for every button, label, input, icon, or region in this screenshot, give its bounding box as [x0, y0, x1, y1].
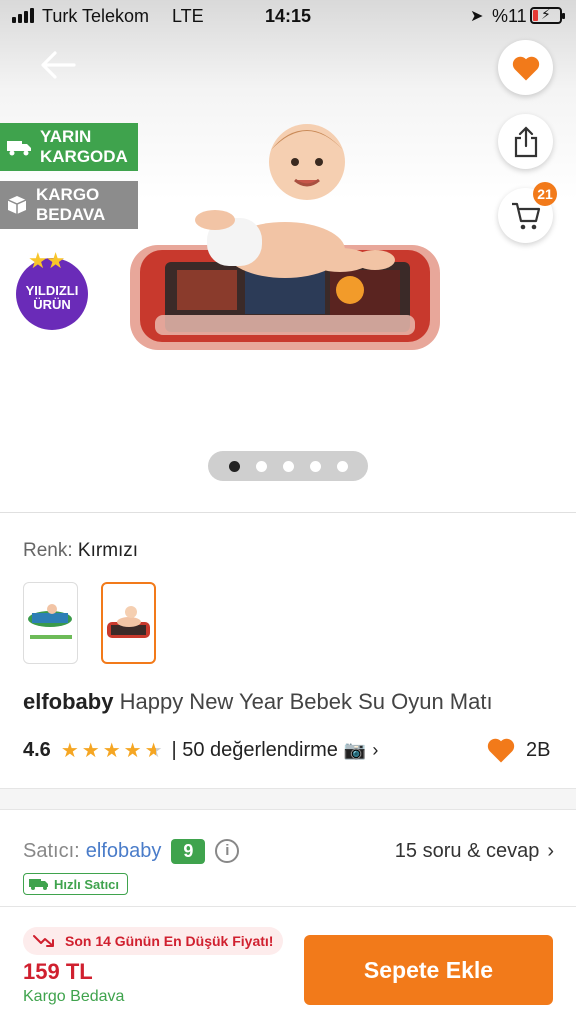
fast-seller-badge: Hızlı Satıcı	[23, 873, 129, 895]
product-brand[interactable]: elfobaby	[23, 689, 113, 714]
cart-icon	[511, 202, 540, 229]
bottom-purchase-bar: Son 14 Günün En Düşük Fiyatı! 159 TL Kar…	[0, 906, 576, 1024]
pagination-dot[interactable]	[309, 460, 321, 472]
color-option-red[interactable]	[101, 582, 156, 664]
color-value: Kırmızı	[77, 540, 139, 561]
fast-seller-text: Hızlı Satıcı	[54, 876, 120, 892]
star-product-badge: ★★ YILDIZLI ÜRÜN	[16, 250, 88, 330]
back-button[interactable]	[38, 48, 80, 82]
cart-count-badge: 21	[533, 182, 557, 206]
free-shipping-badge: KARGO BEDAVA	[0, 181, 138, 229]
divider	[0, 512, 576, 513]
star-icon: ★	[123, 739, 142, 762]
pagination-dot[interactable]	[228, 460, 240, 472]
color-option-green[interactable]	[23, 582, 78, 664]
rating-score: 4.6	[23, 738, 51, 761]
section-divider	[0, 788, 576, 810]
product-image-gallery[interactable]	[0, 0, 576, 510]
image-pagination[interactable]	[208, 451, 368, 481]
chevron-right-icon: ›	[547, 839, 554, 862]
variant-thumbnail	[107, 606, 150, 638]
color-label: Renk:	[23, 540, 73, 561]
fast-delivery-badge: YARIN KARGODA	[0, 123, 138, 171]
variant-thumbnail	[28, 604, 72, 639]
clock: 14:15	[264, 6, 312, 26]
share-icon	[514, 125, 537, 157]
product-image[interactable]	[125, 110, 445, 365]
truck-icon	[29, 879, 48, 890]
star-product-text: YILDIZLI ÜRÜN	[25, 283, 79, 312]
camera-icon: 📷	[343, 739, 367, 760]
questions-link[interactable]: 15 soru & cevap ›	[395, 836, 554, 866]
chevron-right-icon: ›	[372, 739, 379, 760]
free-shipping-text: KARGO BEDAVA	[36, 185, 106, 224]
pagination-dot[interactable]	[255, 460, 267, 472]
box-icon	[7, 196, 27, 214]
seller-label: Satıcı:	[23, 839, 80, 862]
product-name: Happy New Year Bebek Su Oyun Matı	[119, 689, 493, 714]
seller-info: Satıcı: elfobaby 9 i	[23, 836, 240, 866]
info-icon[interactable]: i	[215, 839, 240, 863]
heart-icon	[487, 738, 515, 763]
share-button[interactable]	[498, 114, 553, 169]
battery-icon: ⚡	[530, 6, 565, 24]
heart-icon	[512, 56, 539, 80]
star-icon: ★	[102, 739, 121, 762]
shipping-info: Kargo Bedava	[23, 988, 125, 1005]
cart-button[interactable]: 21	[498, 182, 557, 243]
star-icon: ★	[60, 739, 79, 762]
fast-delivery-text: YARIN KARGODA	[40, 127, 128, 166]
review-count: | 50 değerlendirme	[171, 738, 338, 761]
like-count[interactable]: 2B	[486, 735, 550, 765]
trend-down-icon	[33, 935, 54, 947]
lowest-price-badge: Son 14 Günün En Düşük Fiyatı!	[23, 927, 284, 955]
likes-value: 2B	[526, 738, 551, 761]
pagination-dot[interactable]	[336, 460, 348, 472]
favorite-button[interactable]	[498, 40, 553, 95]
color-selector-label: Renk: Kırmızı	[23, 540, 138, 562]
lowest-price-text: Son 14 Günün En Düşük Fiyatı!	[65, 933, 274, 949]
star-icon: ★★	[28, 248, 65, 273]
add-to-cart-button[interactable]: Sepete Ekle	[304, 935, 553, 1005]
price: 159 TL	[23, 959, 93, 984]
half-star-icon: ★	[144, 739, 163, 762]
seller-name-link[interactable]: elfobaby	[86, 840, 162, 863]
truck-icon	[7, 141, 31, 156]
rating-row[interactable]: 4.6 ★ ★ ★ ★ ★ | 50 değerlendirme 📷 ›	[23, 735, 378, 765]
seller-score-badge: 9	[171, 838, 206, 864]
status-bar: Turk Telekom LTE 14:15 ➤ %11 ⚡	[0, 0, 576, 32]
battery-percent: %11	[492, 6, 527, 26]
location-icon: ➤	[470, 8, 484, 25]
product-title: elfobaby Happy New Year Bebek Su Oyun Ma…	[23, 689, 493, 715]
pagination-dot[interactable]	[282, 460, 294, 472]
arrow-left-icon	[41, 51, 76, 79]
questions-text: 15 soru & cevap	[394, 839, 540, 862]
star-icon: ★	[81, 739, 100, 762]
